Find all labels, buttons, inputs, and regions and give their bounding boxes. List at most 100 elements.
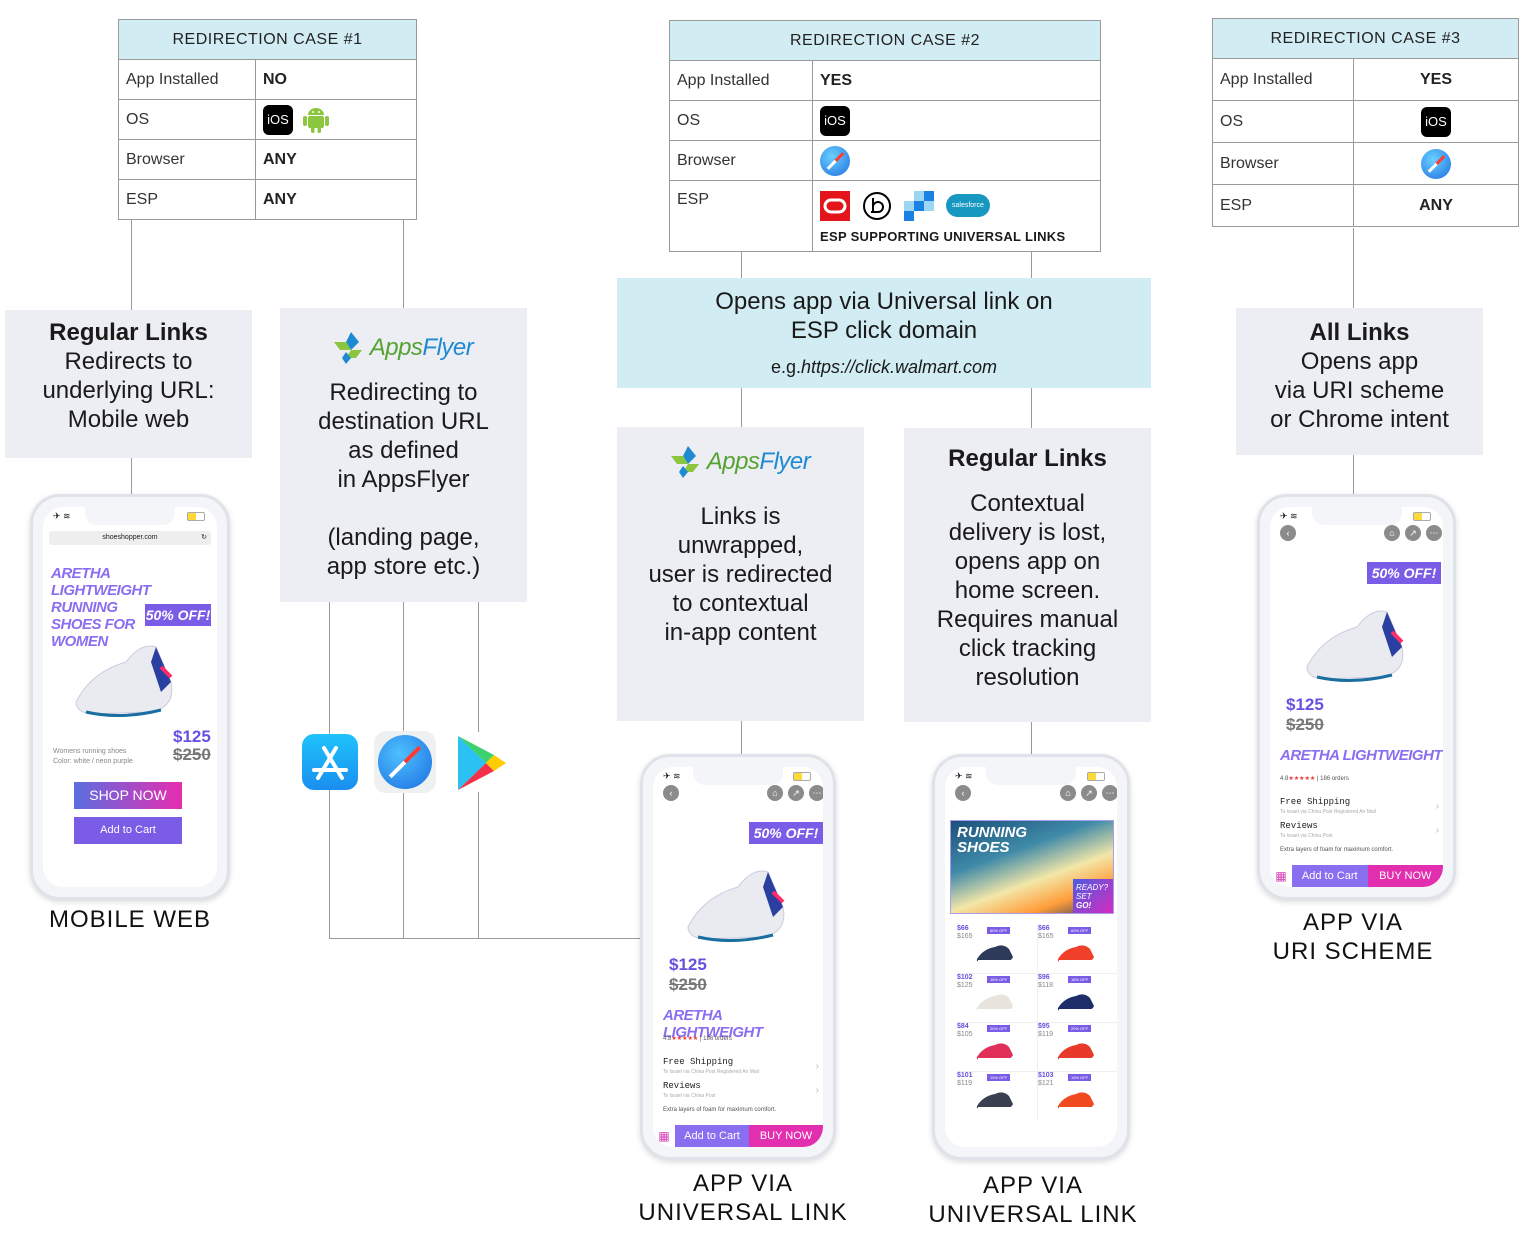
caption-mobile-web: MOBILE WEB bbox=[48, 906, 212, 933]
row-label: ESP bbox=[118, 179, 256, 220]
phone-app-uri-scheme: ✈ ≋ ‹ ⌂ ↗ ⋯ 50% OFF! $125 $250 ARETHA LI… bbox=[1257, 494, 1456, 900]
tile-shoe-image bbox=[1057, 945, 1094, 962]
case-1-table: REDIRECTION CASE #1 App Installed NO OS … bbox=[118, 19, 417, 220]
appsflyer-logo-icon bbox=[333, 332, 362, 364]
store-icon[interactable]: ▦ bbox=[1270, 865, 1292, 887]
reload-icon[interactable]: ↻ bbox=[201, 531, 207, 545]
os-value: iOS bbox=[1353, 100, 1519, 143]
product-tile[interactable]: $66 $165 60% OFF bbox=[957, 925, 1038, 974]
tile-shoe-image bbox=[976, 994, 1013, 1011]
caption-universal-link-1: APP VIA UNIVERSAL LINK bbox=[638, 1170, 848, 1226]
chevron-right-icon[interactable]: › bbox=[816, 1061, 819, 1072]
sendgrid-icon bbox=[904, 190, 934, 221]
product-title: ARETHA LIGHTWEIGHT bbox=[1280, 747, 1443, 764]
tile-discount-badge: 15% OFF bbox=[1068, 1074, 1092, 1081]
box-line: in-app content bbox=[664, 619, 817, 646]
tile-price-new: $84 bbox=[957, 1023, 969, 1030]
tile-discount-badge: 15% OFF bbox=[987, 1074, 1011, 1081]
appsflyer-logo-icon bbox=[670, 446, 699, 478]
add-to-cart-button[interactable]: Add to Cart bbox=[1292, 865, 1368, 887]
tile-price-old: $125 bbox=[957, 982, 973, 989]
logo-text-a: Apps bbox=[706, 447, 760, 475]
safari-icon bbox=[1421, 148, 1451, 179]
browser-value bbox=[1353, 142, 1519, 185]
bottom-action-bar: ▦ Add to Cart BUY NOW bbox=[653, 1125, 823, 1147]
price-old: $250 bbox=[173, 745, 211, 764]
more-icon[interactable]: ⋯ bbox=[1426, 525, 1442, 541]
chevron-right-icon[interactable]: › bbox=[1436, 801, 1439, 812]
example-link[interactable]: https://click.walmart.com bbox=[801, 357, 997, 377]
back-icon[interactable]: ‹ bbox=[1280, 525, 1296, 541]
product-tile[interactable]: $103 $121 15% OFF bbox=[1038, 1072, 1117, 1120]
product-tile[interactable]: $101 $119 15% OFF bbox=[957, 1072, 1038, 1120]
bottom-action-bar: ▦ Add to Cart BUY NOW bbox=[1270, 865, 1443, 887]
promo-banner[interactable]: RUNNING SHOES READY? SET GO! bbox=[950, 820, 1114, 914]
add-to-cart-button[interactable]: Add to Cart bbox=[74, 817, 182, 844]
box-line: (landing page, bbox=[327, 524, 480, 551]
app-installed-value: YES bbox=[812, 60, 1101, 101]
esp-value: salesforce ESP SUPPORTING UNIVERSAL LINK… bbox=[812, 180, 1101, 252]
product-tile[interactable]: $95 $119 20% OFF bbox=[1038, 1023, 1117, 1072]
share-icon[interactable]: ↗ bbox=[788, 785, 804, 801]
product-tile[interactable]: $102 $125 18% OFF bbox=[957, 974, 1038, 1023]
box-line: to contextual bbox=[672, 590, 809, 617]
tile-price-new: $101 bbox=[957, 1072, 973, 1079]
product-tile[interactable]: $66 $165 60% OFF bbox=[1038, 925, 1117, 974]
oracle-icon bbox=[820, 190, 850, 221]
shop-now-button[interactable]: SHOP NOW bbox=[74, 782, 182, 809]
product-tile[interactable]: $96 $118 18% OFF bbox=[1038, 974, 1117, 1023]
chevron-right-icon[interactable]: › bbox=[1436, 825, 1439, 836]
tile-discount-badge: 18% OFF bbox=[987, 976, 1011, 983]
free-shipping-row[interactable]: Free Shipping bbox=[663, 1057, 733, 1067]
tile-price-new: $66 bbox=[957, 925, 969, 932]
buy-now-button[interactable]: BUY NOW bbox=[749, 1125, 823, 1147]
appsflyer-logo: AppsFlyer bbox=[280, 330, 527, 364]
row-label: Browser bbox=[118, 139, 256, 180]
reviews-row[interactable]: Reviews bbox=[663, 1081, 701, 1091]
url-text: shoeshopper.com bbox=[102, 534, 158, 541]
box-line: ESP click domain bbox=[790, 317, 978, 344]
product-tile[interactable]: $84 $105 20% OFF bbox=[957, 1023, 1038, 1072]
phone-app-home: ✈ ≋ ‹ ⌂ ↗ ⋯ RUNNING SHOES READY? SET GO!… bbox=[932, 754, 1130, 1160]
free-shipping-row[interactable]: Free Shipping bbox=[1280, 797, 1350, 807]
row-label: Browser bbox=[1212, 142, 1354, 185]
box-line: Links is bbox=[700, 503, 781, 530]
add-to-cart-button[interactable]: Add to Cart bbox=[675, 1125, 749, 1147]
address-bar[interactable]: shoeshopper.com ↻ bbox=[49, 531, 211, 545]
tile-price-old: $165 bbox=[957, 933, 973, 940]
more-icon[interactable]: ⋯ bbox=[1102, 785, 1117, 801]
cart-icon[interactable]: ⌂ bbox=[1384, 525, 1400, 541]
price-old: $250 bbox=[1286, 715, 1324, 734]
reviews-sub: To Israel via China Post bbox=[1280, 833, 1333, 839]
product-note: Extra layers of foam for maximum comfort… bbox=[1280, 847, 1394, 853]
battery-icon bbox=[793, 772, 811, 781]
back-icon[interactable]: ‹ bbox=[955, 785, 971, 801]
universal-link-case2-box: Opens app via Universal link on ESP clic… bbox=[617, 278, 1151, 388]
regular-links-case2-box: Regular Links Contextual delivery is los… bbox=[904, 428, 1151, 722]
cart-icon[interactable]: ⌂ bbox=[1060, 785, 1076, 801]
store-icon[interactable]: ▦ bbox=[653, 1125, 675, 1147]
airplane-wifi-icon: ✈ ≋ bbox=[53, 511, 71, 521]
tile-shoe-image bbox=[1057, 1092, 1094, 1109]
share-icon[interactable]: ↗ bbox=[1405, 525, 1421, 541]
tile-shoe-image bbox=[976, 945, 1013, 962]
share-icon[interactable]: ↗ bbox=[1081, 785, 1097, 801]
chevron-right-icon[interactable]: › bbox=[816, 1085, 819, 1096]
price-old: $250 bbox=[669, 975, 707, 994]
tile-discount-badge: 60% OFF bbox=[1068, 927, 1092, 934]
phone-mobile-web: ✈ ≋ shoeshopper.com ↻ ARETHA LIGHTWEIGHT… bbox=[30, 494, 230, 900]
cart-icon[interactable]: ⌂ bbox=[767, 785, 783, 801]
box-title: Regular Links bbox=[948, 445, 1107, 472]
ios-icon: iOS bbox=[820, 105, 850, 136]
android-icon bbox=[303, 107, 330, 133]
box-title: All Links bbox=[1309, 319, 1410, 346]
price-new: $125 bbox=[669, 955, 707, 974]
product-note: Extra layers of foam for maximum comfort… bbox=[663, 1107, 777, 1113]
reviews-row[interactable]: Reviews bbox=[1280, 821, 1318, 831]
row-label: Browser bbox=[669, 140, 813, 181]
box-line: Contextual bbox=[970, 490, 1085, 517]
braze-icon bbox=[863, 191, 891, 220]
buy-now-button[interactable]: BUY NOW bbox=[1367, 865, 1443, 887]
more-icon[interactable]: ⋯ bbox=[809, 785, 823, 801]
back-icon[interactable]: ‹ bbox=[663, 785, 679, 801]
